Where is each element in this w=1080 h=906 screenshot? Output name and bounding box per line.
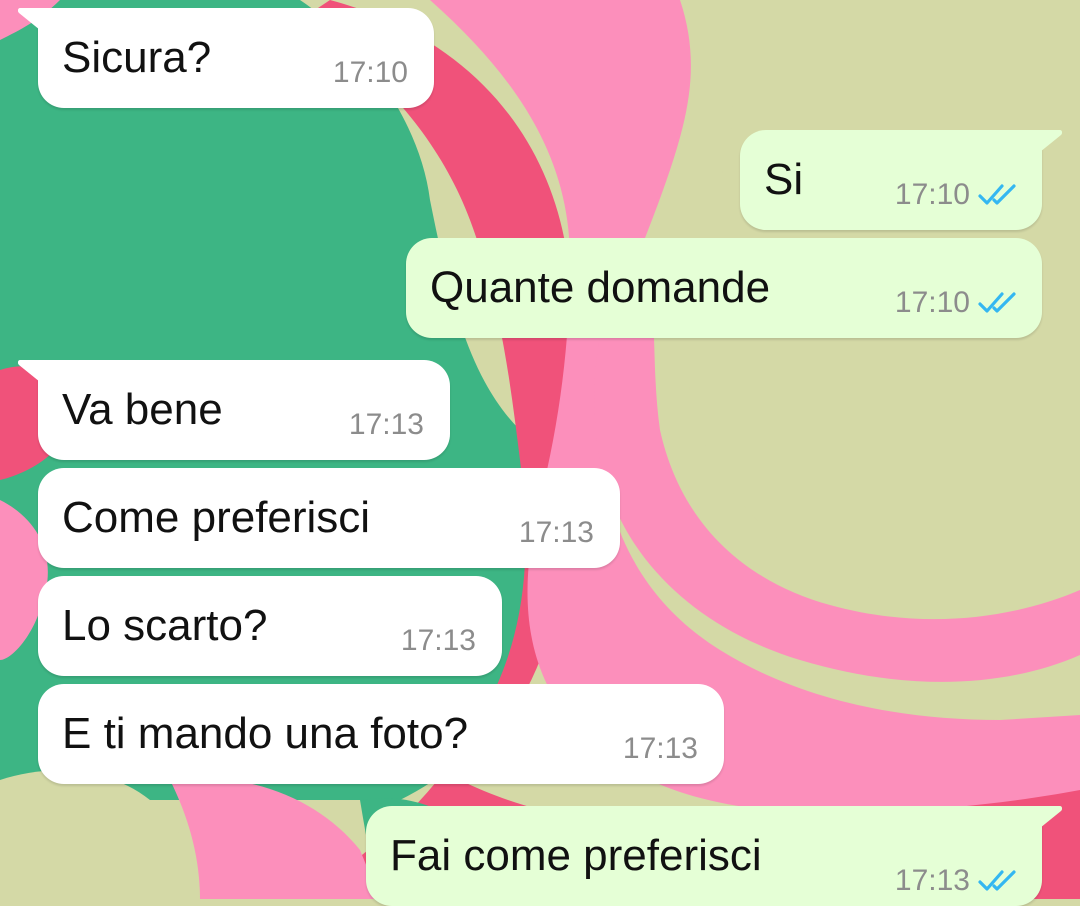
message-text: Lo scarto? <box>62 601 268 650</box>
message-bubble-outgoing[interactable]: Quante domande 17:10 <box>406 238 1042 338</box>
bubble-tail <box>1040 806 1062 828</box>
bubble-tail <box>1040 130 1062 152</box>
message-text: Va bene <box>62 385 223 434</box>
message-meta: 17:10 <box>895 178 1020 212</box>
message-text: Quante domande <box>430 263 771 312</box>
message-text: E ti mando una foto? <box>62 709 469 758</box>
double-check-icon <box>978 184 1016 205</box>
message-meta: 17:10 <box>895 286 1020 320</box>
message-meta: 17:13 <box>401 624 476 658</box>
message-text: Come preferisci <box>62 493 371 542</box>
message-bubble-outgoing[interactable]: Fai come preferisci 17:13 <box>366 806 1062 906</box>
message-meta: 17:13 <box>895 864 1020 898</box>
message-bubble-incoming[interactable]: Come preferisci 17:13 <box>38 468 620 568</box>
message-time: 17:13 <box>894 864 970 897</box>
message-meta: 17:13 <box>349 408 424 442</box>
message-bubble-incoming[interactable]: Lo scarto? 17:13 <box>38 576 502 676</box>
message-text: Sicura? <box>62 33 212 82</box>
message-bubble-incoming[interactable]: Va bene 17:13 <box>18 360 450 460</box>
message-bubble-incoming[interactable]: E ti mando una foto? 17:13 <box>38 684 724 784</box>
double-check-icon <box>978 870 1016 891</box>
message-time: 17:10 <box>332 56 408 89</box>
double-check-icon <box>978 292 1016 313</box>
message-meta: 17:10 <box>333 56 408 90</box>
message-time: 17:13 <box>400 624 476 657</box>
message-time: 17:10 <box>894 178 970 211</box>
message-bubble-incoming[interactable]: Sicura? 17:10 <box>18 8 434 108</box>
message-meta: 17:13 <box>519 516 594 550</box>
bubble-tail <box>18 360 40 382</box>
bubble-tail <box>18 8 40 30</box>
message-time: 17:13 <box>518 516 594 549</box>
message-time: 17:13 <box>622 732 698 765</box>
message-bubble-outgoing[interactable]: Si 17:10 <box>740 130 1062 230</box>
message-text: Si <box>764 155 804 204</box>
message-time: 17:10 <box>894 286 970 319</box>
message-meta: 17:13 <box>623 732 698 766</box>
message-text: Fai come preferisci <box>390 831 762 880</box>
message-time: 17:13 <box>348 408 424 441</box>
